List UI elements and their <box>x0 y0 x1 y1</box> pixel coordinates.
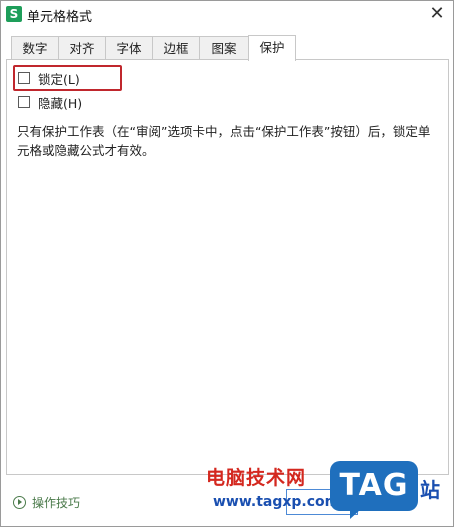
watermark-station: 站 <box>420 478 440 502</box>
hide-label: 隐藏(H) <box>38 95 83 111</box>
protection-description: 只有保护工作表（在“审阅”选项卡中，点击“保护工作表”按钮）后，锁定单元格或隐藏… <box>17 124 431 158</box>
app-icon: S <box>6 6 22 22</box>
tab-font[interactable]: 字体 <box>105 36 153 60</box>
tab-border[interactable]: 边框 <box>152 36 200 60</box>
lock-checkbox[interactable]: 锁定(L) <box>18 70 80 87</box>
title-bar: S 单元格格式 ✕ <box>1 1 453 27</box>
close-icon[interactable]: ✕ <box>427 4 447 24</box>
tips-link[interactable]: 操作技巧 <box>13 494 80 511</box>
tab-pattern[interactable]: 图案 <box>199 36 249 60</box>
play-circle-icon <box>13 496 26 509</box>
checkbox-box[interactable] <box>18 72 30 84</box>
watermark-url: www.tagxp.com <box>213 494 340 510</box>
watermark-tag-logo: TAG <box>330 461 418 519</box>
tab-alignment[interactable]: 对齐 <box>58 36 106 60</box>
tab-protection[interactable]: 保护 <box>248 35 296 61</box>
dialog-title: 单元格格式 <box>27 10 93 25</box>
lock-label: 锁定(L) <box>38 71 80 87</box>
protection-panel: 锁定(L) 隐藏(H) 只有保护工作表（在“审阅”选项卡中，点击“保护工作表”按… <box>6 59 449 475</box>
hide-checkbox[interactable]: 隐藏(H) <box>18 94 83 111</box>
tips-label: 操作技巧 <box>32 496 81 510</box>
cell-format-dialog: S 单元格格式 ✕ 数字 对齐 字体 边框 图案 保护 锁定(L) 隐藏(H) … <box>0 0 454 527</box>
checkbox-box[interactable] <box>18 96 30 108</box>
watermark-site-name: 电脑技术网 <box>206 467 307 489</box>
tab-number[interactable]: 数字 <box>11 36 59 60</box>
